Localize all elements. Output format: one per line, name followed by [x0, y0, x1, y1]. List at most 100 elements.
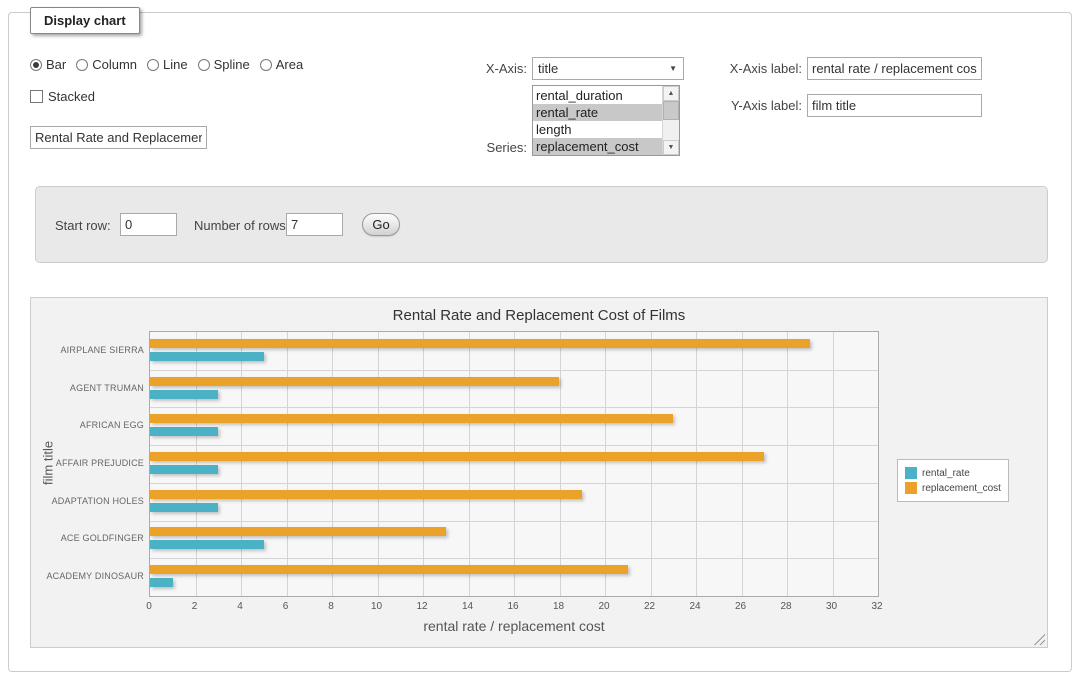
- x-tick-label: 18: [553, 601, 564, 612]
- radio-icon[interactable]: [147, 59, 159, 71]
- chart-type-option-area[interactable]: Area: [260, 57, 303, 72]
- gridline: [378, 332, 379, 596]
- listbox-scrollbar[interactable]: ▲ ▼: [662, 86, 679, 155]
- series-option-length[interactable]: length: [533, 121, 662, 138]
- gridline: [150, 370, 878, 371]
- x-tick-label: 30: [826, 601, 837, 612]
- gridline: [241, 332, 242, 596]
- chart-type-label: Column: [92, 57, 137, 72]
- gridline: [787, 332, 788, 596]
- chart-box: Rental Rate and Replacement Cost of Film…: [30, 297, 1048, 648]
- gridline: [423, 332, 424, 596]
- x-tick-label: 32: [871, 601, 882, 612]
- bar-replacement_cost: [150, 377, 559, 386]
- x-tick-label: 2: [192, 601, 198, 612]
- stacked-checkbox-icon[interactable]: [30, 90, 43, 103]
- radio-icon[interactable]: [198, 59, 210, 71]
- series-option-rental_rate[interactable]: rental_rate: [533, 104, 662, 121]
- stacked-checkbox[interactable]: Stacked: [30, 89, 95, 104]
- gridline: [150, 407, 878, 408]
- bar-rental_rate: [150, 465, 218, 474]
- scrollbar-thumb[interactable]: [663, 101, 679, 120]
- chart-type-option-line[interactable]: Line: [147, 57, 188, 72]
- x-axis-label-input[interactable]: [807, 57, 982, 80]
- rows-panel: [35, 186, 1048, 263]
- x-axis-label-field-label: X-Axis label:: [690, 61, 802, 76]
- gridline: [150, 445, 878, 446]
- gridline: [605, 332, 606, 596]
- x-axis-selected-value: title: [538, 61, 558, 76]
- series-options: rental_durationrental_ratelengthreplacem…: [533, 86, 662, 155]
- radio-icon[interactable]: [260, 59, 272, 71]
- category-label: AIRPLANE SIERRA: [45, 331, 144, 369]
- scroll-up-icon[interactable]: ▲: [663, 86, 679, 101]
- legend-item: replacement_cost: [905, 482, 1001, 494]
- x-tick-label: 20: [598, 601, 609, 612]
- chart-title-input[interactable]: [30, 126, 207, 149]
- gridline: [833, 332, 834, 596]
- y-axis-label-input[interactable]: [807, 94, 982, 117]
- bar-rental_rate: [150, 578, 173, 587]
- chart-type-label: Line: [163, 57, 188, 72]
- page: Display chart Bar Column Line Spline Area St…: [0, 0, 1081, 681]
- resize-handle[interactable]: [1032, 632, 1045, 645]
- gridline: [150, 521, 878, 522]
- gridline: [560, 332, 561, 596]
- gridline: [651, 332, 652, 596]
- x-axis-select[interactable]: title ▼: [532, 57, 684, 80]
- x-tick-label: 14: [462, 601, 473, 612]
- chart-type-group: Bar Column Line Spline Area: [30, 57, 313, 72]
- category-label: ACE GOLDFINGER: [45, 520, 144, 558]
- gridline: [696, 332, 697, 596]
- gridline: [287, 332, 288, 596]
- gridline: [150, 483, 878, 484]
- x-tick-label: 0: [146, 601, 152, 612]
- x-tick-label: 8: [328, 601, 334, 612]
- x-axis-select-label: X-Axis:: [420, 61, 527, 76]
- x-tick-label: 10: [371, 601, 382, 612]
- bar-replacement_cost: [150, 527, 446, 536]
- category-label: AGENT TRUMAN: [45, 369, 144, 407]
- x-tick-label: 28: [780, 601, 791, 612]
- bar-rental_rate: [150, 427, 218, 436]
- chart-type-option-column[interactable]: Column: [76, 57, 137, 72]
- category-label: AFFAIR PREJUDICE: [45, 444, 144, 482]
- x-tick-label: 4: [237, 601, 243, 612]
- number-of-rows-label: Number of rows:: [194, 218, 289, 233]
- category-label: AFRICAN EGG: [45, 406, 144, 444]
- series-option-rental_duration[interactable]: rental_duration: [533, 87, 662, 104]
- category-label: ACADEMY DINOSAUR: [45, 557, 144, 595]
- number-of-rows-input[interactable]: [286, 213, 343, 236]
- fieldset-legend: Display chart: [30, 7, 140, 34]
- x-tick-label: 24: [689, 601, 700, 612]
- x-axis-title: rental rate / replacement cost: [149, 618, 879, 634]
- chart-type-option-spline[interactable]: Spline: [198, 57, 250, 72]
- scroll-down-icon[interactable]: ▼: [663, 140, 679, 155]
- bar-replacement_cost: [150, 339, 810, 348]
- go-button[interactable]: Go: [362, 213, 400, 236]
- legend-item: rental_rate: [905, 467, 1001, 479]
- category-label: ADAPTATION HOLES: [45, 482, 144, 520]
- legend-label: rental_rate: [922, 468, 970, 479]
- legend-swatch: [905, 482, 917, 494]
- chart-type-option-bar[interactable]: Bar: [30, 57, 66, 72]
- series-listbox[interactable]: rental_durationrental_ratelengthreplacem…: [532, 85, 680, 156]
- radio-icon[interactable]: [30, 59, 42, 71]
- y-axis-label-field-label: Y-Axis label:: [690, 98, 802, 113]
- chevron-down-icon: ▼: [669, 64, 677, 73]
- start-row-input[interactable]: [120, 213, 177, 236]
- gridline: [150, 558, 878, 559]
- gridline: [469, 332, 470, 596]
- x-tick-label: 22: [644, 601, 655, 612]
- legend-swatch: [905, 467, 917, 479]
- chart-legend: rental_rate replacement_cost: [897, 459, 1009, 502]
- x-tick-labels: 02468101214161820222426283032: [149, 601, 879, 613]
- bar-rental_rate: [150, 503, 218, 512]
- x-tick-label: 26: [735, 601, 746, 612]
- series-option-replacement_cost[interactable]: replacement_cost: [533, 138, 662, 155]
- radio-icon[interactable]: [76, 59, 88, 71]
- plot-area: [149, 331, 879, 597]
- bar-rental_rate: [150, 352, 264, 361]
- series-label: Series:: [420, 140, 527, 155]
- bar-replacement_cost: [150, 452, 764, 461]
